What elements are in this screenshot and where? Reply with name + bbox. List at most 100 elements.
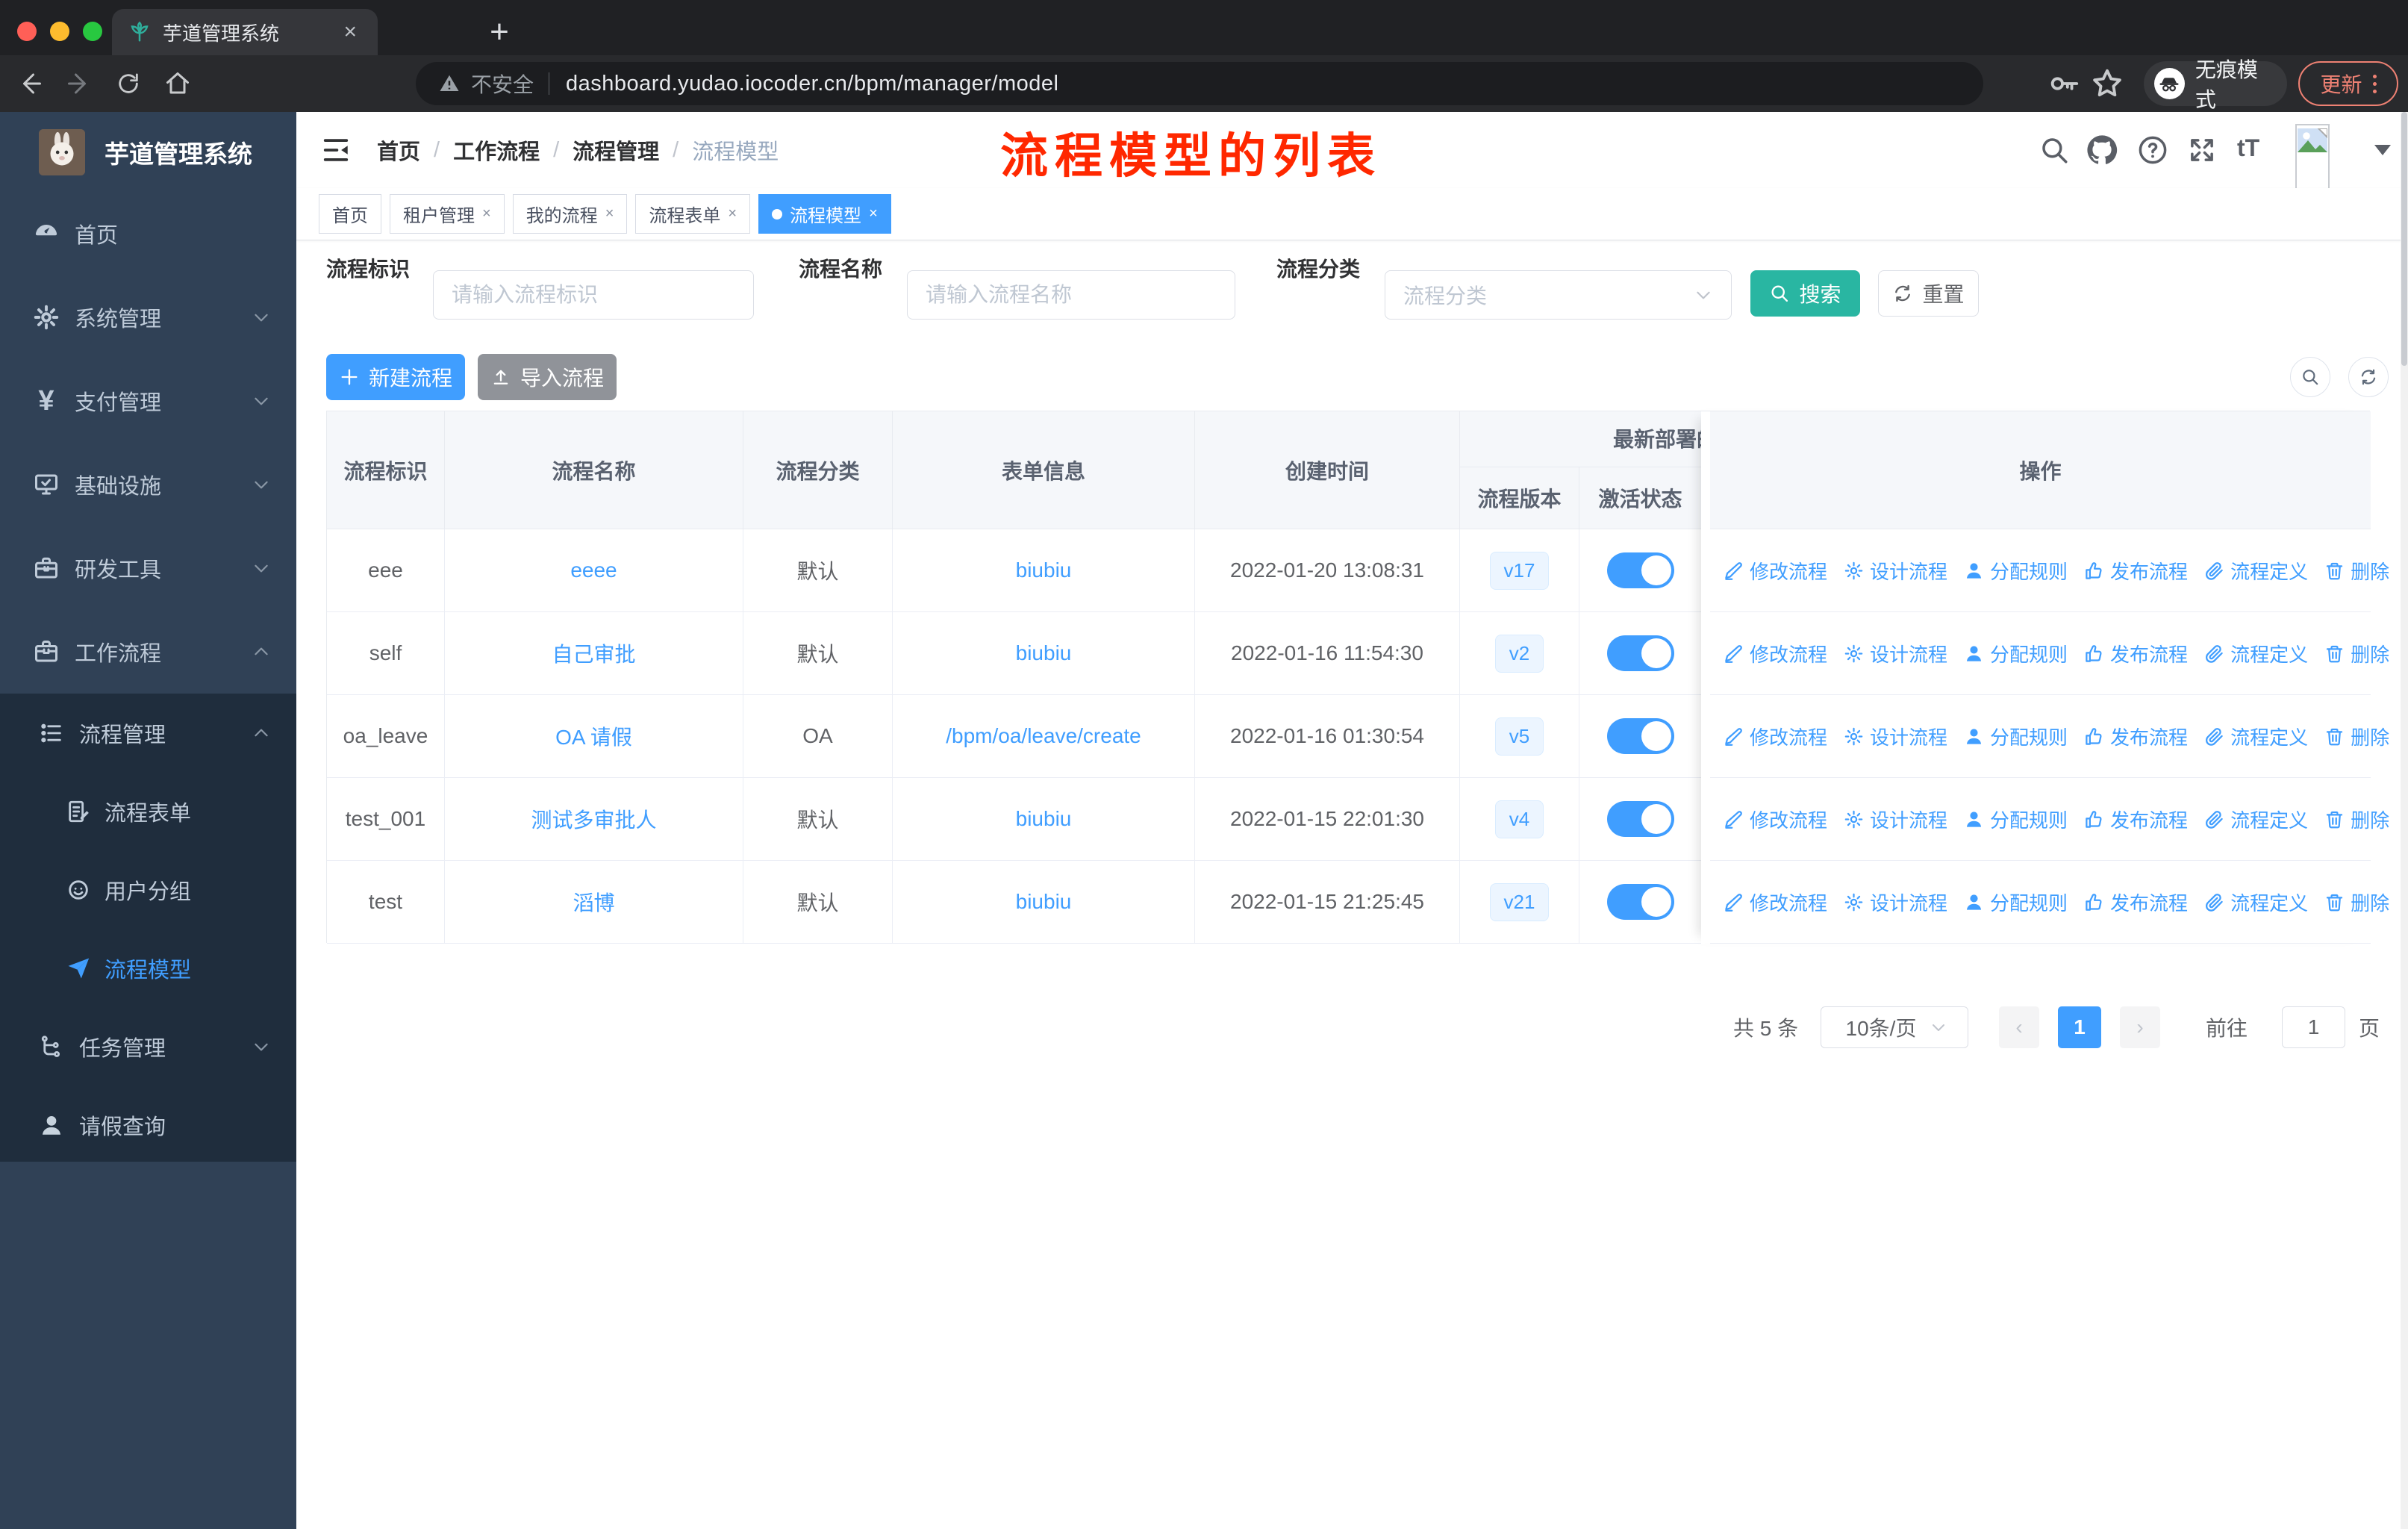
sidebar-item-process-form[interactable]: 流程表单 <box>0 772 296 850</box>
edit-process-link[interactable]: 修改流程 <box>1724 723 1827 750</box>
reset-button[interactable]: 重置 <box>1878 270 1979 317</box>
tag-close-icon[interactable]: × <box>869 205 878 222</box>
assign-rule-link[interactable]: 分配规则 <box>1964 806 2068 833</box>
sidebar-item-system[interactable]: 系统管理 <box>0 275 296 359</box>
bookmark-star-icon[interactable] <box>2090 66 2124 101</box>
process-definition-link[interactable]: 流程定义 <box>2204 806 2308 833</box>
tag-my-process[interactable]: 我的流程 × <box>512 194 628 234</box>
fullscreen-icon[interactable] <box>2186 134 2218 166</box>
new-tab-button[interactable]: + <box>479 12 520 52</box>
process-definition-link[interactable]: 流程定义 <box>2204 723 2308 750</box>
browser-tab[interactable]: 芋道管理系统 × <box>112 9 378 55</box>
sidebar-item-payment[interactable]: ¥ 支付管理 <box>0 359 296 443</box>
process-name-input[interactable] <box>907 270 1235 320</box>
password-key-icon[interactable] <box>2047 66 2081 101</box>
active-toggle[interactable] <box>1606 884 1674 920</box>
help-icon[interactable] <box>2137 134 2168 166</box>
sidebar-item-home[interactable]: 首页 <box>0 192 296 275</box>
form-link[interactable]: biubiu <box>1016 807 1072 831</box>
sidebar-item-infrastructure[interactable]: 基础设施 <box>0 443 296 526</box>
github-icon[interactable] <box>2086 134 2118 166</box>
edit-process-link[interactable]: 修改流程 <box>1724 557 1827 585</box>
process-name-link[interactable]: OA 请假 <box>555 721 632 751</box>
process-definition-link[interactable]: 流程定义 <box>2204 888 2308 916</box>
design-process-link[interactable]: 设计流程 <box>1844 557 1947 585</box>
tag-close-icon[interactable]: × <box>482 205 491 222</box>
delete-process-link[interactable]: 删除 <box>2324 888 2389 916</box>
active-toggle[interactable] <box>1606 718 1674 754</box>
breadcrumb-item[interactable]: 首页 <box>377 134 420 166</box>
design-process-link[interactable]: 设计流程 <box>1844 723 1947 750</box>
import-process-button[interactable]: 导入流程 <box>478 354 617 400</box>
tag-home[interactable]: 首页 <box>319 194 381 234</box>
back-icon[interactable] <box>10 64 49 103</box>
sidebar-item-process-model[interactable]: 流程模型 <box>0 929 296 1007</box>
edit-process-link[interactable]: 修改流程 <box>1724 640 1827 667</box>
refresh-table-icon[interactable] <box>2348 357 2389 397</box>
process-name-link[interactable]: 测试多审批人 <box>531 804 656 834</box>
goto-page-input[interactable] <box>2282 1006 2345 1048</box>
tab-close-icon[interactable]: × <box>339 19 361 45</box>
search-icon[interactable] <box>2039 134 2070 166</box>
publish-process-link[interactable]: 发布流程 <box>2084 723 2188 750</box>
assign-rule-link[interactable]: 分配规则 <box>1964 557 2068 585</box>
tag-close-icon[interactable]: × <box>605 205 614 222</box>
font-size-icon[interactable]: tT <box>2237 134 2268 166</box>
tag-process-model[interactable]: 流程模型 × <box>758 194 891 234</box>
form-link[interactable]: /bpm/oa/leave/create <box>946 724 1141 748</box>
window-minimize-button[interactable] <box>50 22 69 41</box>
active-toggle[interactable] <box>1606 552 1674 588</box>
form-link[interactable]: biubiu <box>1016 890 1072 914</box>
form-link[interactable]: biubiu <box>1016 641 1072 665</box>
process-name-link[interactable]: 滔博 <box>573 887 614 917</box>
sidebar-item-workflow[interactable]: 工作流程 <box>0 610 296 694</box>
tag-process-form[interactable]: 流程表单 × <box>635 194 751 234</box>
breadcrumb-item[interactable]: 工作流程 <box>453 134 540 166</box>
assign-rule-link[interactable]: 分配规则 <box>1964 888 2068 916</box>
sidebar-logo[interactable]: 芋道管理系统 <box>0 112 296 192</box>
publish-process-link[interactable]: 发布流程 <box>2084 806 2188 833</box>
edit-process-link[interactable]: 修改流程 <box>1724 806 1827 833</box>
avatar-caret-down-icon[interactable] <box>2374 145 2391 155</box>
current-page-button[interactable]: 1 <box>2058 1006 2101 1048</box>
avatar[interactable] <box>2295 124 2330 194</box>
scrollbar-thumb[interactable] <box>2401 112 2407 366</box>
publish-process-link[interactable]: 发布流程 <box>2084 557 2188 585</box>
sidebar-item-user-group[interactable]: 用户分组 <box>0 850 296 929</box>
design-process-link[interactable]: 设计流程 <box>1844 888 1947 916</box>
search-button[interactable]: 搜索 <box>1750 270 1860 317</box>
process-definition-link[interactable]: 流程定义 <box>2204 557 2308 585</box>
forward-icon[interactable] <box>60 64 99 103</box>
sidebar-item-process-management[interactable]: 流程管理 <box>0 694 296 772</box>
process-name-link[interactable]: 自己审批 <box>552 638 635 668</box>
active-toggle[interactable] <box>1606 801 1674 837</box>
window-close-button[interactable] <box>17 22 37 41</box>
create-process-button[interactable]: 新建流程 <box>326 354 465 400</box>
process-key-input[interactable] <box>433 270 754 320</box>
delete-process-link[interactable]: 删除 <box>2324 640 2389 667</box>
active-toggle[interactable] <box>1606 635 1674 671</box>
sidebar-item-leave-query[interactable]: 请假查询 <box>0 1086 296 1164</box>
show-search-toggle-icon[interactable] <box>2290 357 2330 397</box>
edit-process-link[interactable]: 修改流程 <box>1724 888 1827 916</box>
home-icon[interactable] <box>158 64 197 103</box>
process-category-select[interactable]: 流程分类 <box>1385 270 1732 320</box>
process-name-link[interactable]: eeee <box>570 558 617 582</box>
process-definition-link[interactable]: 流程定义 <box>2204 640 2308 667</box>
browser-update-button[interactable]: 更新 <box>2298 61 2398 106</box>
form-link[interactable]: biubiu <box>1016 558 1072 582</box>
publish-process-link[interactable]: 发布流程 <box>2084 888 2188 916</box>
address-bar[interactable]: 不安全 dashboard.yudao.iocoder.cn/bpm/manag… <box>416 62 1983 105</box>
window-zoom-button[interactable] <box>83 22 102 41</box>
next-page-button[interactable]: › <box>2120 1006 2160 1048</box>
tag-tenant[interactable]: 租户管理 × <box>390 194 505 234</box>
publish-process-link[interactable]: 发布流程 <box>2084 640 2188 667</box>
design-process-link[interactable]: 设计流程 <box>1844 806 1947 833</box>
sidebar-item-task-management[interactable]: 任务管理 <box>0 1007 296 1086</box>
reload-icon[interactable] <box>109 64 148 103</box>
assign-rule-link[interactable]: 分配规则 <box>1964 723 2068 750</box>
delete-process-link[interactable]: 删除 <box>2324 806 2389 833</box>
assign-rule-link[interactable]: 分配规则 <box>1964 640 2068 667</box>
sidebar-item-dev-tools[interactable]: 研发工具 <box>0 526 296 610</box>
page-size-select[interactable]: 10条/页 <box>1821 1006 1968 1048</box>
